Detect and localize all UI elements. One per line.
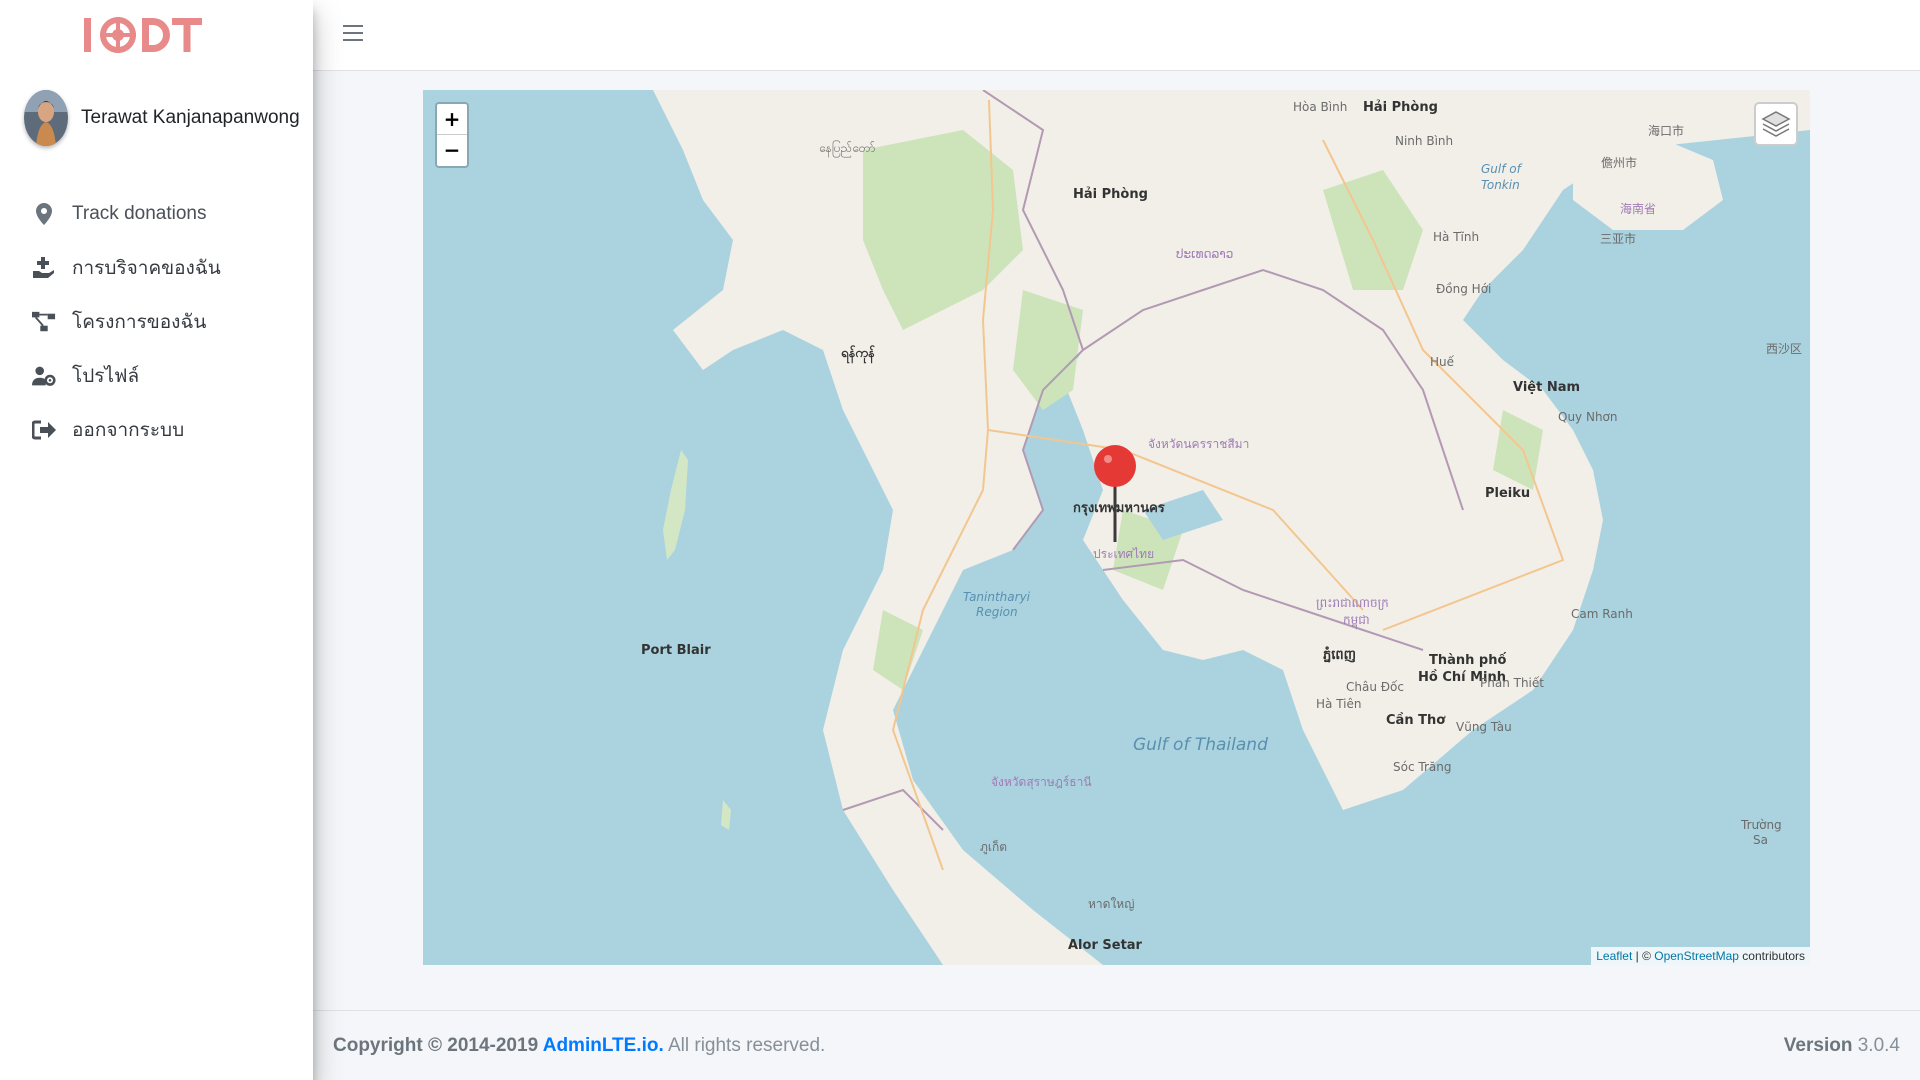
map-label-cambodia-2: កម្ពុជា (1343, 613, 1370, 627)
footer: Copyright © 2014-2019 AdminLTE.io. All r… (313, 1010, 1920, 1080)
map-label-haiphong: Hải Phòng (1073, 187, 1148, 202)
brand-logo[interactable] (0, 0, 313, 69)
map-marker-icon[interactable] (1091, 442, 1139, 542)
sidebar: Terawat Kanjanapanwong Track donations ก… (0, 0, 313, 1080)
copyright-suffix: All rights reserved. (663, 1034, 826, 1056)
map-label-haikou: 海口市 (1648, 124, 1685, 138)
nav-item-label: โปรไฟล์ (72, 366, 140, 387)
user-name[interactable]: Terawat Kanjanapanwong (81, 107, 300, 129)
map-label-danzhou: 儋州市 (1601, 156, 1638, 170)
map-label-haiphong-2: Hải Phòng (1363, 100, 1438, 115)
map-label-sanya: 三亚市 (1600, 232, 1637, 246)
adminlte-link[interactable]: AdminLTE.io. (543, 1035, 664, 1056)
map-label-hatien: Hà Tiên (1316, 697, 1362, 711)
layers-icon (1761, 111, 1791, 137)
nav-item-my-donations[interactable]: การบริจาคของฉัน (0, 241, 313, 295)
leaflet-link[interactable]: Leaflet (1596, 949, 1632, 963)
map-label-nakhonratchasima: จังหวัดนครราชสีมา (1148, 437, 1250, 451)
nav-item-label: Track donations (72, 203, 207, 224)
zoom-in-button[interactable]: + (437, 104, 467, 135)
map-container[interactable]: Hải Phòng Hải Phòng Hòa Bình Ninh Bình G… (423, 90, 1810, 965)
project-diagram-icon (32, 310, 56, 334)
map-label-alorsetar: Alor Setar (1068, 938, 1142, 953)
footer-version: Version 3.0.4 (1784, 1035, 1900, 1057)
nav-item-track-donations[interactable]: Track donations (0, 187, 313, 241)
map-label-hue: Huế (1430, 355, 1455, 369)
attribution-separator: | © (1632, 949, 1655, 963)
map-marker-icon (32, 202, 56, 226)
map-label-thailand: ประเทศไทย (1093, 547, 1155, 561)
sign-out-icon (32, 418, 56, 442)
map-label-chaudoc: Châu Đốc (1346, 680, 1404, 694)
top-navbar (313, 0, 1920, 71)
user-panel[interactable]: Terawat Kanjanapanwong (0, 69, 313, 167)
attribution-suffix: contributors (1738, 949, 1805, 963)
version-label: Version (1783, 1034, 1853, 1056)
zoom-out-button[interactable]: − (437, 135, 467, 166)
avatar[interactable] (24, 90, 68, 146)
logo-icon (84, 16, 202, 53)
map-label-suratthani: จังหวัดสุราษฎร์ธานี (991, 775, 1092, 789)
map-label-xisha: 西沙区 (1766, 342, 1803, 356)
copyright-text: Copyright © 2014-2019 (333, 1034, 543, 1056)
map-label-hoabinh: Hòa Bình (1293, 100, 1348, 114)
map-label-gulf-of-thailand: Gulf of Thailand (1133, 735, 1268, 755)
osm-link[interactable]: OpenStreetMap (1654, 949, 1739, 963)
map-label-laos: ປະເທດລາວ (1176, 247, 1234, 261)
map-label-pleiku: Pleiku (1485, 486, 1531, 501)
map-label-phanthiet: Phan Thiết (1480, 676, 1544, 690)
map-label-hatinh: Hà Tĩnh (1433, 230, 1480, 244)
map-label-portblair: Port Blair (641, 643, 711, 658)
version-value: 3.0.4 (1852, 1034, 1900, 1056)
map-label-phuket: ภูเก็ต (980, 840, 1008, 854)
map-label-tanintharyi-1: Tanintharyi (963, 590, 1031, 604)
zoom-control: + − (435, 102, 469, 168)
map-label-truongsa-1: Trường (1741, 818, 1782, 832)
map-label-gulf-tonkin-1: Gulf of (1481, 162, 1521, 176)
map-label-ninhbinh: Ninh Bình (1395, 134, 1454, 148)
map-label-gulf-tonkin-2: Tonkin (1481, 178, 1520, 192)
user-cog-icon (32, 364, 56, 388)
map-label-hainan: 海南省 (1620, 202, 1657, 216)
nav-item-logout[interactable]: ออกจากระบบ (0, 403, 313, 457)
map-label-vietnam: Việt Nam (1513, 380, 1581, 395)
nav-item-label: ออกจากระบบ (72, 420, 185, 441)
map-label-quynhon: Quy Nhơn (1558, 410, 1618, 424)
map-label-soctrang: Sóc Trăng (1393, 760, 1452, 774)
map-label-cambodia: ព្រះរាជាណាចក្រ (1316, 596, 1389, 610)
map-label-phnompenh: ភ្នំពេញ (1323, 648, 1357, 663)
sidebar-nav: Track donations การบริจาคของฉัน โครงการข… (0, 187, 313, 457)
map-label-yangon: ရန်ကုန် (841, 346, 875, 361)
map-label-donghoi: Đồng Hới (1436, 282, 1492, 296)
nav-item-label: โครงการของฉัน (72, 312, 207, 333)
map-label-hochiminh-1: Thành phố (1429, 653, 1507, 668)
nav-item-profile[interactable]: โปรไฟล์ (0, 349, 313, 403)
hand-holding-heart-icon (32, 256, 56, 280)
map-label-truongsa-2: Sa (1753, 833, 1768, 847)
map-label-tanintharyi-2: Region (976, 605, 1018, 619)
map-label-hatyai: หาดใหญ่ (1088, 897, 1135, 911)
map-attribution: Leaflet | © OpenStreetMap contributors (1591, 947, 1810, 965)
map-label-camranh: Cam Ranh (1571, 607, 1633, 621)
layers-button[interactable] (1754, 102, 1798, 146)
map-label-cantho: Cần Thơ (1386, 713, 1446, 728)
nav-item-my-projects[interactable]: โครงการของฉัน (0, 295, 313, 349)
map-label-naypyidaw: နေပြည်တော် (819, 141, 876, 155)
map-label-vungtau: Vũng Tàu (1456, 720, 1512, 734)
footer-copyright: Copyright © 2014-2019 AdminLTE.io. All r… (333, 1035, 825, 1057)
menu-toggle-icon[interactable] (343, 25, 363, 43)
nav-item-label: การบริจาคของฉัน (72, 258, 221, 279)
